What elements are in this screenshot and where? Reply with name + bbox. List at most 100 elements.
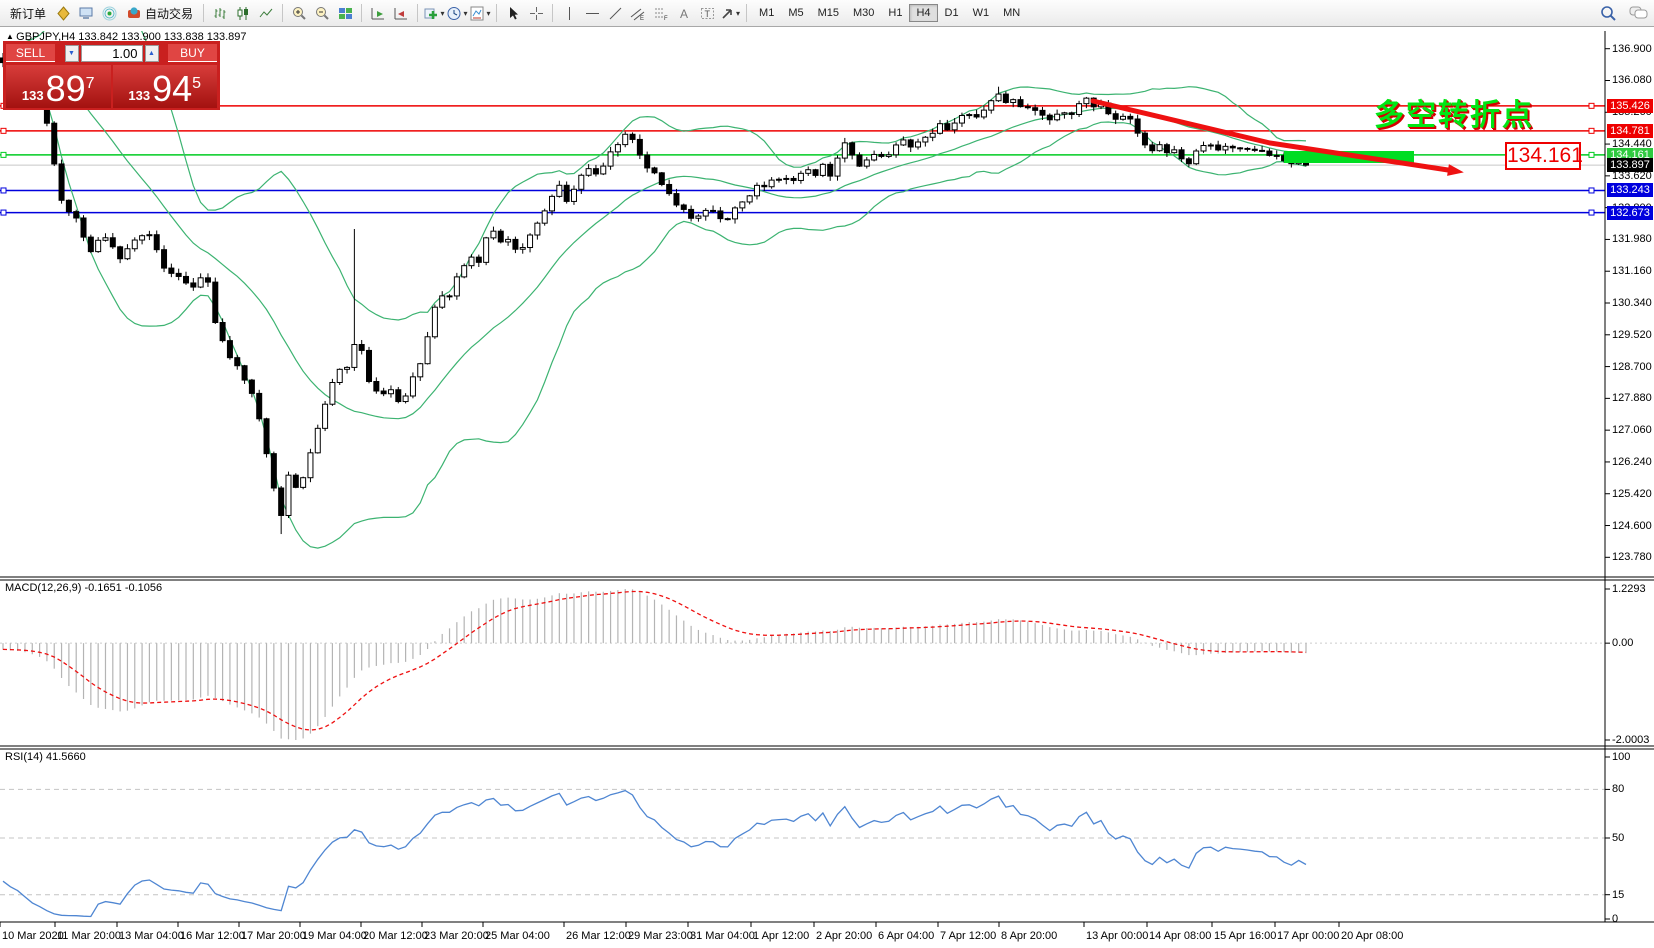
chat-icon[interactable] [1627,3,1649,23]
bull-candle [733,208,738,219]
timeframe-h4[interactable]: H4 [909,4,937,22]
bull-candle [615,145,620,152]
terminal-icon[interactable] [75,3,97,23]
metaquotes-icon[interactable] [52,3,74,23]
bull-candle [916,142,921,147]
chart-shift-icon[interactable] [390,3,412,23]
volume-input[interactable] [81,45,143,62]
line-anchor-handle[interactable] [1,128,6,133]
chart-canvas[interactable] [0,0,1654,948]
bull-candle [1157,145,1162,151]
bull-candle [1172,150,1177,153]
time-axis-label: 10 Mar 2020 [2,930,64,942]
bull-candle [740,202,745,208]
line-chart-icon[interactable] [255,3,277,23]
horizontal-line-icon[interactable] [581,3,603,23]
bull-candle [601,166,606,174]
line-anchor-handle[interactable] [1589,152,1594,157]
main-pane[interactable] [0,0,1605,548]
line-anchor-handle[interactable] [1,210,6,215]
bear-candle [1040,110,1045,115]
trendline-icon[interactable] [604,3,626,23]
volume-down-button[interactable]: ▼ [65,45,79,62]
bar-chart-icon[interactable] [209,3,231,23]
bull-candle [776,179,781,180]
buy-price-display[interactable]: 133 94 5 [113,65,218,108]
bear-candle [513,239,518,249]
bull-candle [923,137,928,142]
candlestick-icon[interactable] [232,3,254,23]
rsi-axis-label: 100 [1612,751,1630,763]
bear-candle [110,238,115,247]
line-anchor-handle[interactable] [1589,103,1594,108]
search-icon[interactable] [1597,3,1619,23]
bull-candle [315,428,320,452]
timeframe-m1[interactable]: M1 [752,4,781,22]
timeframe-mn[interactable]: MN [996,4,1027,22]
zoom-in-icon[interactable] [288,3,310,23]
line-anchor-handle[interactable] [1589,210,1594,215]
bear-candle [81,218,86,237]
bear-candle [205,278,210,282]
vertical-line-icon[interactable] [558,3,580,23]
auto-scroll-icon[interactable] [367,3,389,23]
period-clock-icon[interactable]: ▾ [446,3,468,23]
template-icon[interactable]: ▾ [469,3,491,23]
timeframe-w1[interactable]: W1 [966,4,997,22]
tile-windows-icon[interactable] [334,3,356,23]
dropdown-caret-icon: ▾ [487,9,491,18]
bull-candle [586,169,591,176]
line-anchor-handle[interactable] [1,152,6,157]
timeframe-m30[interactable]: M30 [846,4,881,22]
time-axis-label: 20 Apr 08:00 [1341,930,1403,942]
buy-button[interactable]: BUY [168,44,217,62]
line-anchor-handle[interactable] [1,188,6,193]
bull-candle [886,155,891,157]
add-indicator-icon[interactable]: ▾ [423,3,445,23]
bear-candle [652,168,657,173]
price-tag: 132.673 [1607,206,1653,220]
crosshair-icon[interactable] [525,3,547,23]
signal-icon[interactable] [98,3,120,23]
bull-candle [967,115,972,116]
bear-candle [1186,159,1191,164]
collapse-arrow-icon[interactable]: ▲ [6,32,16,41]
timeframe-d1[interactable]: D1 [938,4,966,22]
rsi-pane[interactable] [0,789,1605,916]
bull-candle [352,345,357,368]
one-click-trade-panel: SELL ▼ ▲ BUY 133 89 7 133 94 5 [3,41,220,110]
sell-price-display[interactable]: 133 89 7 [6,65,111,108]
macd-pane[interactable] [0,589,1605,740]
equidistant-channel-icon[interactable]: E [627,3,649,23]
bull-candle [557,185,562,196]
fibonacci-icon[interactable]: F [650,3,672,23]
price-tag: 134.781 [1607,124,1653,138]
zoom-out-icon[interactable] [311,3,333,23]
timeframe-m15[interactable]: M15 [811,4,846,22]
price-axis-label: 131.980 [1612,233,1652,245]
line-anchor-handle[interactable] [1589,128,1594,133]
timeframe-h1[interactable]: H1 [881,4,909,22]
bear-candle [1164,145,1169,153]
line-anchor-handle[interactable] [1589,188,1594,193]
new-order-button[interactable]: 新订单 [5,4,51,23]
bull-candle [432,307,437,337]
chart-region[interactable]: ▲ GBPJPY,H4 133.842 133.900 133.838 133.… [0,0,1654,948]
bull-candle [1201,146,1206,152]
bear-candle [381,391,386,394]
bull-candle [323,404,328,428]
macd-axis-label: -2.0003 [1612,734,1649,746]
autotrade-button[interactable]: 自动交易 [121,2,198,24]
bear-candle [476,257,481,262]
arrows-shapes-icon[interactable]: ▾ [719,3,741,23]
text-label-icon[interactable]: T [696,3,718,23]
bear-candle [593,169,598,174]
sell-button[interactable]: SELL [6,44,55,62]
bear-candle [1069,113,1074,115]
bull-candle [1194,151,1199,164]
volume-up-button[interactable]: ▲ [145,45,159,62]
cursor-icon[interactable] [502,3,524,23]
timeframe-m5[interactable]: M5 [781,4,810,22]
bear-candle [725,219,730,220]
text-icon[interactable]: A [673,3,695,23]
